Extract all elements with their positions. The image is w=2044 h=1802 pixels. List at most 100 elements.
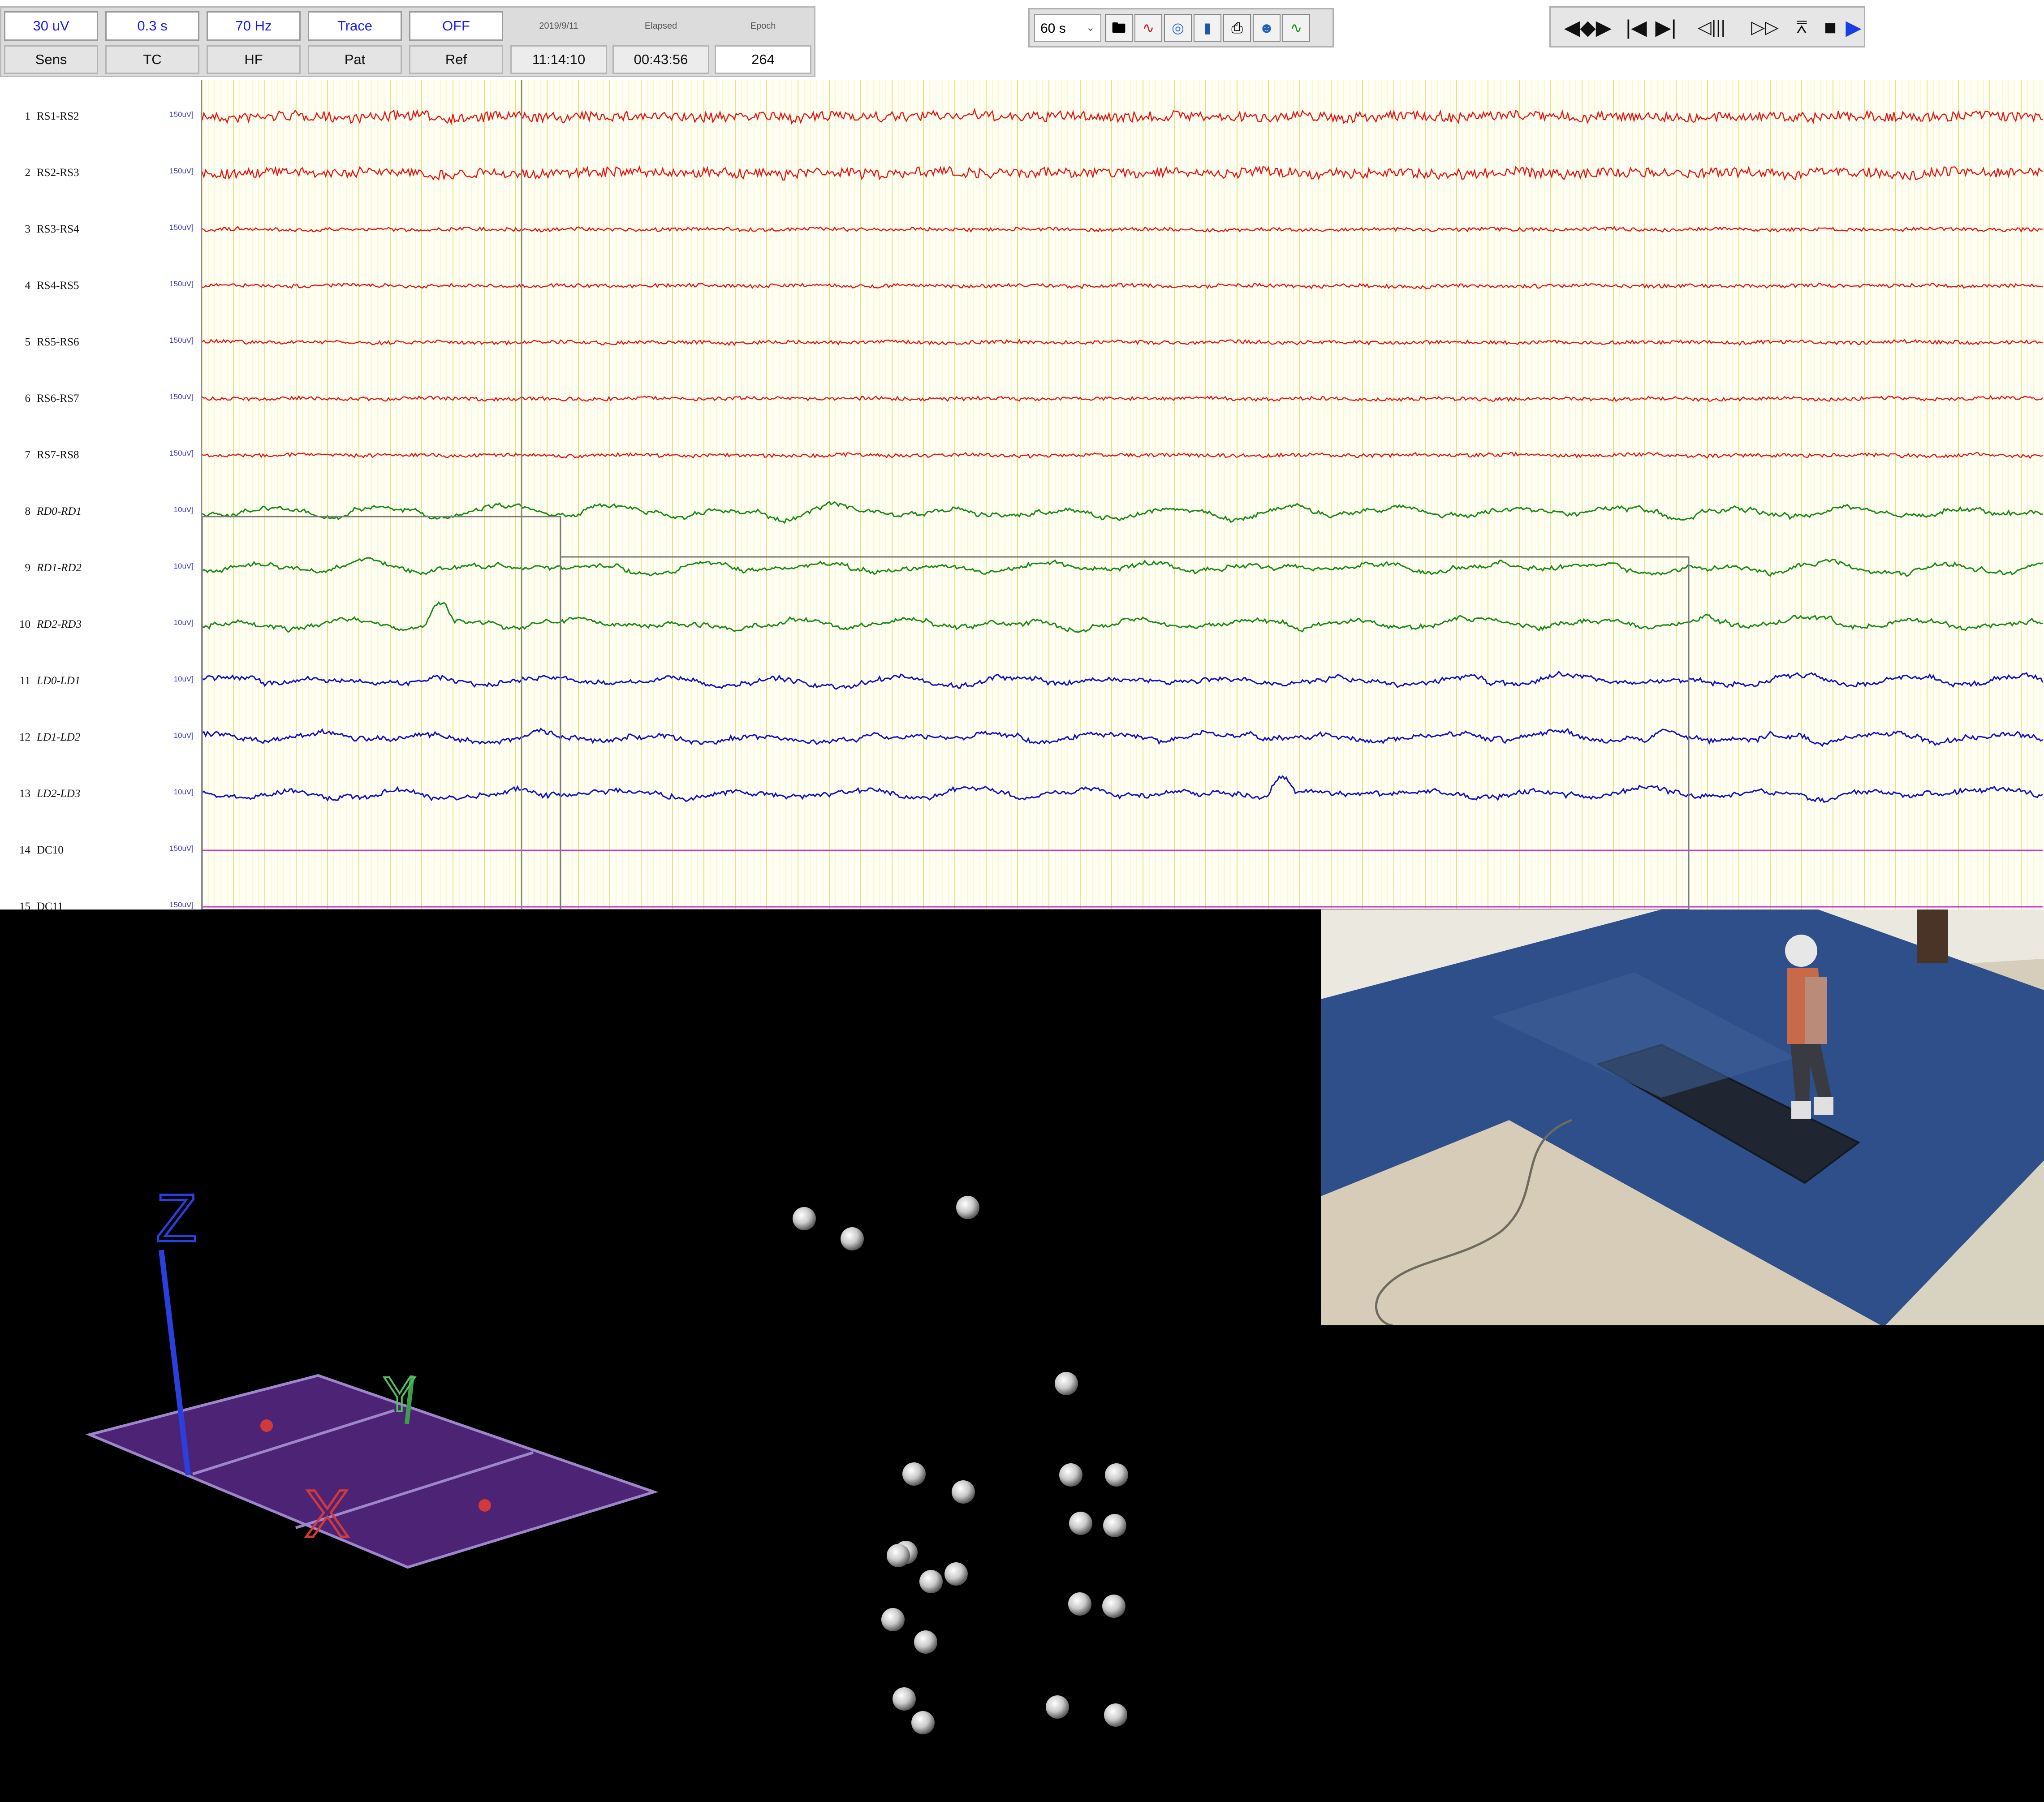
channel-number: 15	[19, 901, 30, 910]
channel-row[interactable]: 10 RD2-RD3 10uV]	[0, 618, 201, 636]
channel-name: RS4-RS5	[37, 280, 79, 292]
motion-marker	[1059, 1463, 1082, 1487]
top-toolbar: 30 uV Sens 0.3 s TC 70 Hz HF Trace Pat O…	[0, 0, 2044, 80]
motion-marker	[841, 1227, 864, 1250]
motion-marker	[911, 1711, 935, 1734]
motion-marker	[1105, 1463, 1128, 1487]
duration-select[interactable]: 60 s ⌄	[1034, 14, 1101, 42]
channel-scale: 150uV]	[169, 167, 194, 175]
channel-number: 1	[25, 110, 31, 122]
channel-number: 9	[25, 562, 31, 574]
motion-marker	[1102, 1595, 1125, 1618]
view-toolbar: 60 s ⌄ 🖿 ∿ ◎ ▮ ⎙ ☻ ∿	[1028, 8, 1334, 47]
channel-number: 11	[19, 675, 30, 687]
channel-number: 7	[25, 449, 31, 461]
sensitivity-label: Sens	[4, 45, 98, 74]
eeg-trace-panel[interactable]: 1 RS1-RS2 150uV] 2 RS2-RS3 150uV] 3 RS3-RS4 150u…	[0, 80, 2044, 910]
channel-name: RD1-RD2	[37, 562, 82, 574]
channel-scale: 150uV]	[169, 223, 194, 232]
motion-marker	[914, 1630, 937, 1654]
cursor-icon[interactable]: ⩞	[1788, 12, 1815, 43]
video-frame	[1321, 910, 2044, 1325]
channel-scale: 10uV]	[173, 562, 194, 570]
channel-number: 8	[25, 505, 31, 517]
channel-row[interactable]: 4 RS4-RS5 150uV]	[0, 280, 201, 297]
spectrum-icon[interactable]: ∿	[1282, 14, 1310, 42]
motion-marker	[944, 1562, 968, 1586]
channel-name: RS2-RS3	[37, 167, 79, 179]
y-axis-label: Y	[383, 1367, 416, 1422]
time-constant-value[interactable]: 0.3 s	[105, 11, 199, 41]
motion-capture-panel: Z Y X	[0, 910, 2044, 1802]
motion-marker	[956, 1196, 979, 1219]
prev-next-arrows-icon[interactable]: ◀◆▶	[1554, 12, 1621, 43]
electrode-map-icon[interactable]: ◎	[1164, 14, 1192, 42]
marker-icon[interactable]: ▮	[1194, 14, 1221, 42]
channel-row[interactable]: 9 RD1-RD2 10uV]	[0, 562, 201, 580]
channel-row[interactable]: 6 RS6-RS7 150uV]	[0, 392, 201, 410]
channel-row[interactable]: 8 RD0-RD1 10uV]	[0, 505, 201, 523]
folder-icon[interactable]: 🖿	[1105, 14, 1133, 42]
channel-scale: 10uV]	[173, 788, 194, 796]
slow-rewind-icon[interactable]: ◁|||	[1682, 12, 1741, 43]
channel-scale: 150uV]	[169, 110, 194, 119]
jump-end-icon[interactable]: ▶|	[1652, 12, 1680, 43]
video-feed[interactable]	[1321, 910, 2044, 1325]
channel-name: RD0-RD1	[37, 505, 82, 517]
channel-row[interactable]: 12 LD1-LD2 10uV]	[0, 731, 201, 749]
channel-name: RS3-RS4	[37, 223, 79, 235]
epoch-label: Epoch	[750, 21, 776, 31]
pressure-point	[479, 1499, 491, 1512]
elapsed-time: 00:43:56	[612, 45, 709, 74]
channel-row[interactable]: 13 LD2-LD3 10uV]	[0, 788, 201, 806]
channel-scale: 10uV]	[173, 675, 194, 683]
fast-forward-icon[interactable]: ▷▷	[1742, 12, 1787, 43]
channel-number: 4	[25, 280, 31, 292]
channel-scale: 150uV]	[169, 449, 194, 457]
channel-scale: 150uV]	[169, 392, 194, 401]
motion-marker	[793, 1207, 816, 1230]
motion-marker	[1068, 1592, 1091, 1616]
motion-marker	[1046, 1695, 1069, 1719]
channel-label-column: 1 RS1-RS2 150uV] 2 RS2-RS3 150uV] 3 RS3-RS4 150u…	[0, 80, 202, 910]
channel-row[interactable]: 14 DC10 150uV]	[0, 844, 201, 862]
motion-marker	[1103, 1514, 1126, 1537]
channel-row[interactable]: 11 LD0-LD1 10uV]	[0, 675, 201, 693]
recording-date: 2019/9/11	[539, 21, 578, 31]
stop-icon[interactable]: ■	[1818, 12, 1843, 43]
marker-cloud	[793, 1196, 1128, 1734]
motion-marker	[893, 1687, 916, 1711]
duration-value: 60 s	[1040, 21, 1066, 36]
high-filter-value[interactable]: 70 Hz	[207, 11, 301, 41]
motion-marker	[1069, 1512, 1092, 1535]
channel-row[interactable]: 1 RS1-RS2 150uV]	[0, 110, 201, 128]
channel-row[interactable]: 7 RS7-RS8 150uV]	[0, 449, 201, 467]
waveform-edit-icon[interactable]: ∿	[1134, 14, 1162, 42]
recording-settings-panel: 30 uV Sens 0.3 s TC 70 Hz HF Trace Pat O…	[0, 6, 815, 77]
channel-name: DC10	[37, 844, 64, 856]
channel-number: 12	[19, 731, 30, 743]
sensitivity-value[interactable]: 30 uV	[4, 11, 98, 41]
epoch-number[interactable]: 264	[715, 45, 811, 74]
pressure-point	[260, 1419, 273, 1432]
patient-icon[interactable]: ☻	[1253, 14, 1281, 42]
pattern-value[interactable]: Trace	[308, 11, 402, 41]
pattern-label: Pat	[308, 45, 402, 74]
channel-scale: 10uV]	[173, 618, 194, 627]
channel-row[interactable]: 5 RS5-RS6 150uV]	[0, 336, 201, 354]
trace-area[interactable]	[202, 80, 2044, 910]
reference-label: Ref	[409, 45, 503, 74]
channel-row[interactable]: 3 RS3-RS4 150uV]	[0, 223, 201, 241]
channel-scale: 10uV]	[173, 731, 194, 740]
channel-number: 3	[25, 223, 31, 235]
print-icon[interactable]: ⎙	[1223, 14, 1251, 42]
channel-row[interactable]: 2 RS2-RS3 150uV]	[0, 167, 201, 185]
channel-row[interactable]: 15 DC11 150uV]	[0, 901, 201, 910]
channel-name: LD2-LD3	[37, 788, 81, 800]
jump-start-icon[interactable]: |◀	[1622, 12, 1650, 43]
play-icon[interactable]: ▶	[1843, 12, 1864, 43]
motion-marker	[881, 1608, 905, 1631]
channel-name: DC11	[37, 901, 63, 910]
channel-number: 5	[25, 336, 31, 348]
reference-value[interactable]: OFF	[409, 11, 503, 41]
